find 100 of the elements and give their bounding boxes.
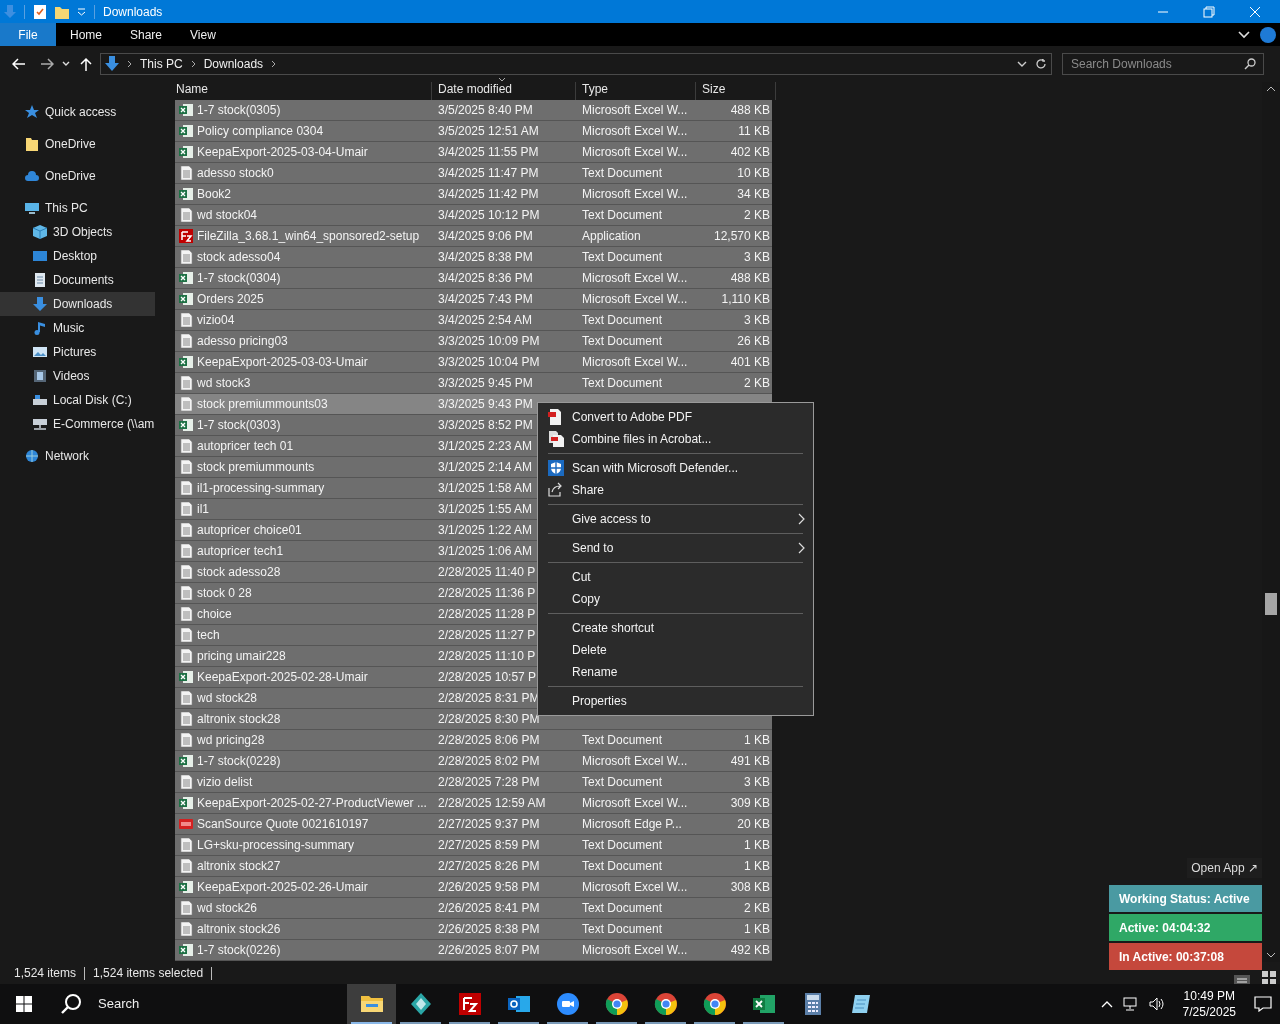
file-row[interactable]: altronix stock26 2/26/2025 8:38 PM Text Document 1 KB	[175, 919, 772, 940]
spreadsheet-icon	[179, 145, 193, 159]
open-app-button[interactable]: Open App ↗	[1187, 858, 1262, 878]
table-cell-text: wd stock04	[197, 207, 258, 224]
table-cell: Microsoft Excel W...	[582, 943, 688, 957]
file-row[interactable]: ScanSource Quote 0021610197 2/27/2025 9:37 PM Microsoft Edge P... 20 KB	[175, 814, 772, 835]
dropdown-icon[interactable]	[1017, 60, 1027, 68]
spreadsheet-icon	[179, 187, 193, 201]
file-row[interactable]: 1-7 stock(0228) 2/28/2025 8:02 PM Microsoft Excel W... 491 KB	[175, 751, 772, 772]
nav-item[interactable]: Quick access	[0, 100, 155, 124]
ribbon-tab[interactable]: File	[0, 23, 56, 46]
file-row[interactable]: adesso stock0 3/4/2025 11:47 PM Text Document 10 KB	[175, 163, 772, 184]
properties-icon[interactable]	[33, 3, 47, 20]
file-row[interactable]: stock adesso04 3/4/2025 8:38 PM Text Document 3 KB	[175, 247, 772, 268]
text-file-icon	[179, 544, 193, 558]
details-view-icon[interactable]	[1234, 975, 1250, 985]
file-row[interactable]: wd stock26 2/26/2025 8:41 PM Text Document 2 KB	[175, 898, 772, 919]
file-row[interactable]: LG+sku-processing-summary 2/27/2025 8:59 PM Text Document 1 KB	[175, 835, 772, 856]
taskbar-search[interactable]: Search	[48, 984, 346, 1024]
picture-icon	[33, 345, 47, 359]
nav-item[interactable]: Documents	[0, 268, 155, 292]
expand-ribbon-icon[interactable]	[1238, 30, 1250, 39]
nav-item[interactable]: This PC	[0, 196, 155, 220]
file-row[interactable]: 1-7 stock(0305) 3/5/2025 8:40 PM Microsoft Excel W... 488 KB	[175, 100, 772, 121]
nav-item[interactable]: Network	[0, 444, 155, 468]
taskbar-app[interactable]	[347, 984, 396, 1024]
nav-item[interactable]: E-Commerce (\\am	[0, 412, 155, 436]
table-cell: 3/3/2025 9:45 PM	[438, 376, 533, 390]
file-row[interactable]: wd stock3 3/3/2025 9:45 PM Text Document 2 KB	[175, 373, 772, 394]
network-icon[interactable]	[1122, 997, 1139, 1011]
nav-item[interactable]: 3D Objects	[0, 220, 155, 244]
ribbon-tab[interactable]: Home	[56, 23, 116, 46]
file-row[interactable]: altronix stock27 2/27/2025 8:26 PM Text Document 1 KB	[175, 856, 772, 877]
file-row[interactable]: 1-7 stock(0304) 3/4/2025 8:36 PM Microsoft Excel W... 488 KB	[175, 268, 772, 289]
file-row[interactable]: wd stock04 3/4/2025 10:12 PM Text Document 2 KB	[175, 205, 772, 226]
table-cell: Microsoft Excel W...	[582, 355, 688, 369]
back-icon[interactable]	[12, 58, 26, 70]
table-cell: 2/28/2025 11:40 P	[438, 565, 536, 579]
file-row[interactable]: KeepaExport-2025-03-04-Umair 3/4/2025 11:55 PM Microsoft Excel W... 402 KB	[175, 142, 772, 163]
large-icons-view-icon[interactable]	[1262, 971, 1276, 985]
up-icon[interactable]	[80, 57, 92, 71]
file-row[interactable]: Book2 3/4/2025 11:42 PM Microsoft Excel W... 34 KB	[175, 184, 772, 205]
table-cell: 3/1/2025 2:23 AM	[438, 439, 533, 453]
nav-item[interactable]: Videos	[0, 364, 155, 388]
recent-locations-icon[interactable]	[62, 61, 70, 67]
forward-icon[interactable]	[40, 58, 54, 70]
file-row[interactable]: Orders 2025 3/4/2025 7:43 PM Microsoft Excel W... 1,110 KB	[175, 289, 772, 310]
file-row[interactable]: FileZilla_3.68.1_win64_sponsored2-setup 3/4/2025 9:06 PM Application 12,570 KB	[175, 226, 772, 247]
refresh-icon[interactable]	[1035, 58, 1047, 70]
table-cell: 3/4/2025 11:42 PM	[438, 187, 539, 201]
help-icon[interactable]	[1260, 26, 1276, 43]
table-cell: Microsoft Excel W...	[582, 292, 688, 306]
table-cell: 2/26/2025 8:41 PM	[438, 901, 540, 915]
file-row[interactable]: KeepaExport-2025-02-27-ProductViewer ... 2/28/2025 12:59 AM Microsoft Excel W... 309 KB	[175, 793, 772, 814]
clock[interactable]: 10:49 PM 7/25/2025	[1174, 988, 1244, 1020]
scroll-thumb[interactable]	[1265, 593, 1277, 615]
file-row[interactable]: vizio delist 2/28/2025 7:28 PM Text Document 3 KB	[175, 772, 772, 793]
table-cell-text: KeepaExport-2025-02-27-ProductViewer ...	[197, 795, 427, 812]
file-row[interactable]: 1-7 stock(0226) 2/26/2025 8:07 PM Microsoft Excel W... 492 KB	[175, 940, 772, 961]
sort-icon	[498, 77, 506, 82]
folder-icon[interactable]	[55, 4, 69, 19]
ribbon-tab[interactable]: View	[176, 23, 230, 46]
file-row[interactable]: Policy compliance 0304 3/5/2025 12:51 AM Microsoft Excel W... 11 KB	[175, 121, 772, 142]
download-icon	[33, 297, 47, 311]
nav-item[interactable]: Local Disk (C:)	[0, 388, 155, 412]
file-row[interactable]: KeepaExport-2025-02-26-Umair 2/26/2025 9:58 PM Microsoft Excel W... 308 KB	[175, 877, 772, 898]
file-row[interactable]: adesso pricing03 3/3/2025 10:09 PM Text Document 26 KB	[175, 331, 772, 352]
table-cell-text: 2 KB	[744, 375, 770, 392]
close-icon	[1249, 5, 1261, 18]
share-icon	[548, 482, 564, 498]
search-icon	[60, 993, 82, 1015]
nav-item[interactable]: Desktop	[0, 244, 155, 268]
nav-item[interactable]: OneDrive	[0, 132, 155, 156]
text-file-icon	[179, 607, 193, 621]
table-cell-text: 10 KB	[737, 165, 770, 182]
text-file-icon	[179, 376, 193, 390]
search-field[interactable]: Search Downloads	[1062, 53, 1264, 75]
file-row[interactable]: wd pricing28 2/28/2025 8:06 PM Text Document 1 KB	[175, 730, 772, 751]
volume-icon[interactable]	[1148, 997, 1165, 1011]
file-row[interactable]: vizio04 3/4/2025 2:54 AM Text Document 3 KB	[175, 310, 772, 331]
ribbon-tab[interactable]: Share	[116, 23, 177, 46]
chevron-up-icon[interactable]	[1100, 1000, 1113, 1008]
table-cell: 3/5/2025 8:40 PM	[438, 103, 533, 117]
file-row[interactable]: KeepaExport-2025-03-03-Umair 3/3/2025 10:04 PM Microsoft Excel W... 401 KB	[175, 352, 772, 373]
table-cell: 2/28/2025 7:28 PM	[438, 775, 540, 789]
notification-icon[interactable]	[1254, 996, 1272, 1012]
breadcrumb[interactable]: This PC	[140, 55, 183, 73]
scroll-up-icon[interactable]	[1266, 86, 1276, 92]
nav-item[interactable]: Music	[0, 316, 155, 340]
table-cell-text: 1 KB	[744, 921, 770, 938]
address-bar[interactable]: This PC Downloads	[100, 53, 1052, 75]
table-cell: Text Document	[582, 334, 663, 348]
scroll-down-icon[interactable]	[1266, 952, 1276, 958]
breadcrumb[interactable]: Downloads	[203, 55, 264, 73]
nav-item[interactable]: Pictures	[0, 340, 155, 364]
table-cell-text: 20 KB	[737, 816, 770, 833]
nav-item[interactable]: OneDrive	[0, 164, 155, 188]
table-cell: 2/28/2025 11:36 P	[438, 586, 536, 600]
nav-item[interactable]: Downloads	[0, 292, 155, 316]
table-cell: Text Document	[582, 901, 663, 915]
